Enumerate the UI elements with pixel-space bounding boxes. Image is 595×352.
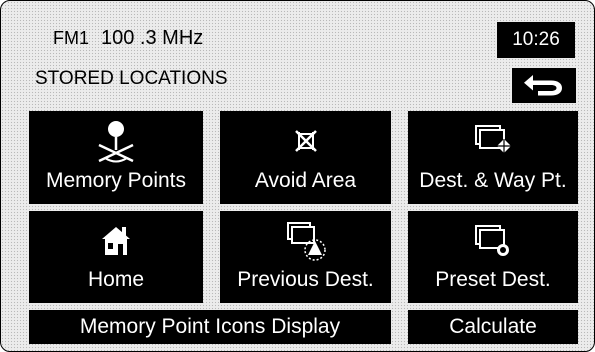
memory-point-icons-display-button[interactable]: Memory Point Icons Display	[29, 310, 391, 344]
radio-status: FM1 100 .3 MHz	[53, 27, 203, 50]
home-button[interactable]: Home	[29, 211, 203, 303]
radio-frequency: 100 .3 MHz	[101, 27, 204, 49]
nav-screen: FM1 100 .3 MHz 10:26 STORED LOCATIONS Mem…	[0, 0, 595, 352]
destination-waypoint-button[interactable]: Dest. & Way Pt.	[408, 111, 578, 204]
memory-points-button[interactable]: Memory Points	[29, 111, 203, 204]
radio-band: FM1	[53, 28, 89, 48]
preset-destination-button[interactable]: Preset Dest.	[408, 211, 578, 303]
previous-destination-icon	[286, 222, 326, 261]
previous-destination-label: Previous Dest.	[237, 268, 374, 291]
home-icon	[102, 227, 130, 255]
avoid-area-label: Avoid Area	[254, 169, 357, 192]
avoid-area-icon	[294, 130, 317, 152]
preset-destination-label: Preset Dest.	[435, 268, 551, 291]
back-button[interactable]	[512, 68, 576, 103]
back-arrow-icon	[524, 74, 562, 95]
memory-points-icon	[98, 121, 134, 163]
memory-points-label: Memory Points	[45, 169, 187, 192]
home-label: Home	[87, 268, 145, 291]
preset-destination-icon	[475, 225, 509, 256]
clock-display: 10:26	[497, 22, 575, 58]
previous-destination-button[interactable]: Previous Dest.	[220, 211, 391, 303]
destination-waypoint-icon	[475, 125, 511, 153]
destination-waypoint-label: Dest. & Way Pt.	[419, 169, 567, 192]
avoid-area-button[interactable]: Avoid Area	[220, 111, 391, 204]
page-title: STORED LOCATIONS	[35, 68, 228, 89]
calculate-button[interactable]: Calculate	[408, 310, 578, 344]
